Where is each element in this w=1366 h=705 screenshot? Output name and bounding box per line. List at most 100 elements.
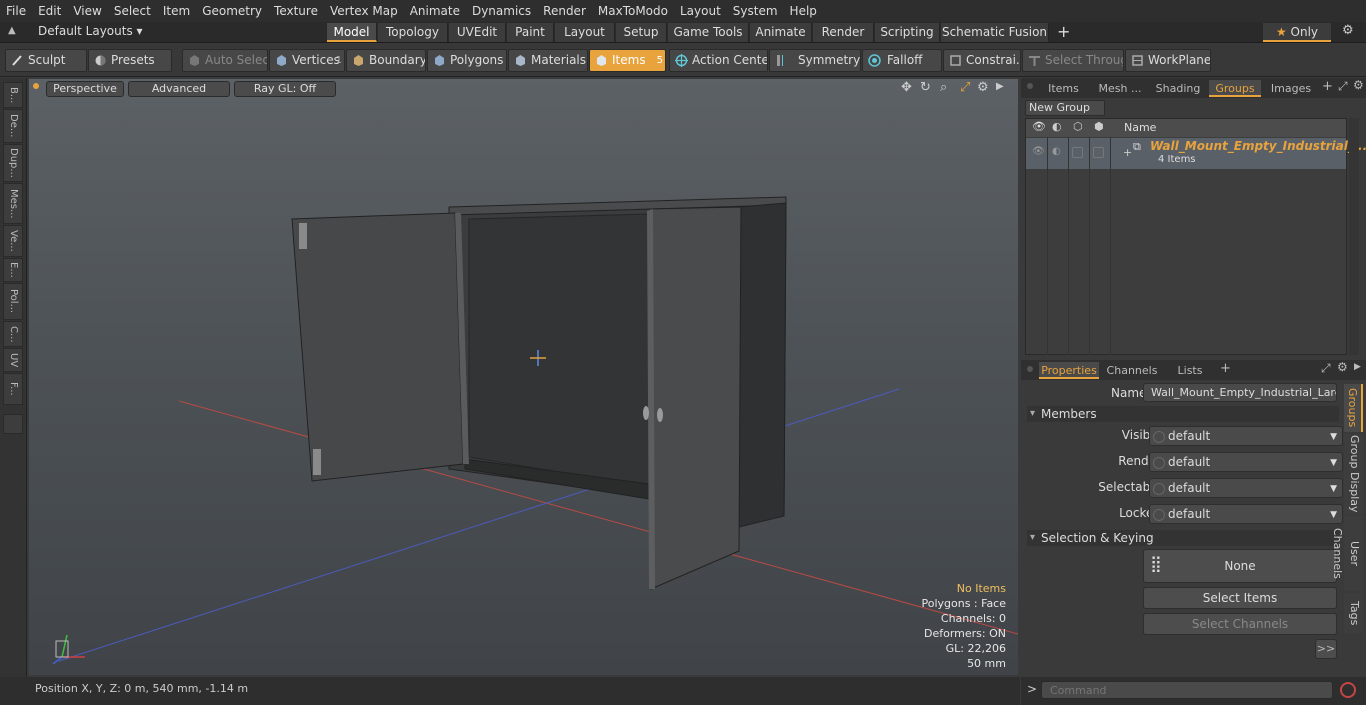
left-tab-basic[interactable]: B...	[3, 82, 23, 108]
side-tab-user-channels[interactable]: User Channels	[1331, 516, 1363, 591]
tab-paint[interactable]: Paint	[507, 23, 554, 42]
symmetry-button[interactable]: Symmetry	[769, 49, 861, 72]
only-toggle[interactable]: ★ Only	[1263, 23, 1331, 42]
tab-uvedit[interactable]: UVEdit	[449, 23, 506, 42]
tab-schematic-fusion[interactable]: Schematic Fusion	[941, 23, 1049, 42]
left-tab-mesh-edit[interactable]: Mes...	[3, 183, 23, 224]
render-dropdown[interactable]: default ▼	[1149, 452, 1343, 472]
tab-topology[interactable]: Topology	[378, 23, 448, 42]
rotate-view-icon[interactable]: ↻	[920, 80, 931, 95]
move-view-icon[interactable]: ✥	[901, 80, 912, 95]
raygl-button[interactable]: Ray GL: Off	[234, 81, 336, 97]
menu-render[interactable]: Render	[537, 0, 592, 22]
menu-view[interactable]: View	[67, 0, 107, 22]
viewport-menu-dot[interactable]	[33, 83, 39, 89]
menu-geometry[interactable]: Geometry	[196, 0, 268, 22]
properties-menu-dot[interactable]	[1027, 366, 1033, 372]
tab-channels[interactable]: Channels	[1104, 362, 1160, 379]
menu-select[interactable]: Select	[108, 0, 157, 22]
menu-layout[interactable]: Layout	[674, 0, 727, 22]
default-layouts-dropdown[interactable]: Default Layouts ▾	[38, 24, 143, 38]
tab-lists[interactable]: Lists	[1168, 362, 1212, 379]
members-section[interactable]: Members	[1027, 406, 1339, 422]
command-input[interactable]	[1041, 681, 1333, 699]
select-through-button[interactable]: Select Through	[1022, 49, 1124, 72]
panel-menu-dot[interactable]	[1027, 83, 1033, 89]
tab-mesh[interactable]: Mesh ...	[1091, 80, 1149, 97]
side-tab-group-display[interactable]: Group Display	[1344, 434, 1363, 514]
tab-setup[interactable]: Setup	[616, 23, 667, 42]
tab-render[interactable]: Render	[813, 23, 874, 42]
row-lock-checkbox[interactable]	[1093, 147, 1104, 158]
tab-layout[interactable]: Layout	[555, 23, 615, 42]
layout-collapse-icon[interactable]: ▲	[8, 25, 16, 36]
left-strip-toggle[interactable]	[3, 414, 23, 434]
name-column-header[interactable]: Name	[1124, 121, 1156, 134]
properties-arrow-icon[interactable]: ▶	[1354, 362, 1361, 372]
groups-scrollbar[interactable]	[1349, 118, 1359, 355]
tab-animate[interactable]: Animate	[750, 23, 812, 42]
menu-help[interactable]: Help	[784, 0, 823, 22]
left-tab-fusion[interactable]: F...	[3, 373, 23, 405]
render-col-icon[interactable]: ◐	[1052, 120, 1062, 133]
side-tab-tags[interactable]: Tags	[1344, 593, 1363, 633]
panel-gear-icon[interactable]: ⚙	[1353, 78, 1364, 92]
menu-vertex-map[interactable]: Vertex Map	[324, 0, 404, 22]
select-channels-button[interactable]: Select Channels	[1143, 613, 1337, 635]
left-tab-deform[interactable]: De...	[3, 109, 23, 143]
menu-texture[interactable]: Texture	[268, 0, 324, 22]
auto-select-button[interactable]: Auto Select	[182, 49, 268, 72]
add-panel-tab-icon[interactable]: +	[1322, 79, 1333, 94]
action-center-button[interactable]: Action Center	[669, 49, 768, 72]
workplane-button[interactable]: WorkPlane	[1125, 49, 1211, 72]
constraints-button[interactable]: Constrai...	[943, 49, 1021, 72]
select-items-button[interactable]: Select Items	[1143, 587, 1337, 609]
row-select-checkbox[interactable]	[1072, 147, 1083, 158]
menu-item[interactable]: Item	[157, 0, 196, 22]
tab-shading[interactable]: Shading	[1152, 80, 1204, 97]
properties-expand-icon[interactable]: ⤢	[1321, 361, 1331, 376]
items-button[interactable]: Items 5	[589, 49, 666, 72]
advanced-button[interactable]: Advanced	[128, 81, 230, 97]
menu-file[interactable]: File	[0, 0, 32, 22]
left-tab-polygon[interactable]: Pol...	[3, 283, 23, 320]
viewport-expand-icon[interactable]: ▶	[996, 81, 1004, 92]
3d-viewport[interactable]: Perspective Advanced Ray GL: Off ✥ ↻ ⌕ ⤢…	[29, 79, 1018, 675]
perspective-button[interactable]: Perspective	[46, 81, 124, 97]
selectable-dropdown[interactable]: default ▼	[1149, 478, 1343, 498]
zoom-view-icon[interactable]: ⌕	[940, 80, 947, 95]
panel-expand-icon[interactable]: ⤢	[1338, 79, 1348, 94]
more-button[interactable]: >>	[1315, 639, 1337, 659]
menu-system[interactable]: System	[727, 0, 784, 22]
left-tab-curve[interactable]: C...	[3, 321, 23, 347]
new-group-button[interactable]: New Group	[1025, 100, 1105, 116]
expand-group-icon[interactable]: +	[1123, 146, 1132, 159]
tab-game-tools[interactable]: Game Tools	[668, 23, 749, 42]
menu-animate[interactable]: Animate	[404, 0, 466, 22]
add-properties-tab-icon[interactable]: +	[1220, 361, 1231, 376]
selection-keying-section[interactable]: Selection & Keying	[1027, 530, 1339, 546]
row-render-icon[interactable]: ◐	[1052, 146, 1061, 157]
properties-gear-icon[interactable]: ⚙	[1337, 360, 1348, 374]
viewport-settings-icon[interactable]: ⚙	[977, 80, 989, 95]
locked-dropdown[interactable]: default ▼	[1149, 504, 1343, 524]
tab-properties[interactable]: Properties	[1039, 362, 1099, 379]
boundary-button[interactable]: Boundary	[346, 49, 426, 72]
row-eye-icon[interactable]: 👁	[1032, 146, 1045, 157]
vertices-button[interactable]: Vertices 1	[269, 49, 345, 72]
materials-button[interactable]: Materials	[508, 49, 588, 72]
add-tab-icon[interactable]: +	[1057, 22, 1070, 42]
left-tab-uv[interactable]: UV	[3, 348, 23, 372]
select-col-icon[interactable]: ⬡	[1073, 120, 1083, 133]
lock-col-icon[interactable]: ⬢	[1094, 120, 1104, 133]
side-tab-groups[interactable]: Groups	[1344, 384, 1363, 432]
tab-groups[interactable]: Groups	[1209, 80, 1261, 97]
falloff-button[interactable]: Falloff	[862, 49, 942, 72]
record-icon[interactable]	[1340, 682, 1356, 698]
menu-edit[interactable]: Edit	[32, 0, 67, 22]
left-tab-duplicate[interactable]: Dup...	[3, 144, 23, 182]
left-tab-vertex[interactable]: Ve...	[3, 225, 23, 257]
visibility-eye-icon[interactable]: 👁	[1032, 120, 1046, 133]
gear-icon[interactable]: ⚙	[1342, 23, 1354, 38]
polygons-button[interactable]: Polygons	[427, 49, 507, 72]
